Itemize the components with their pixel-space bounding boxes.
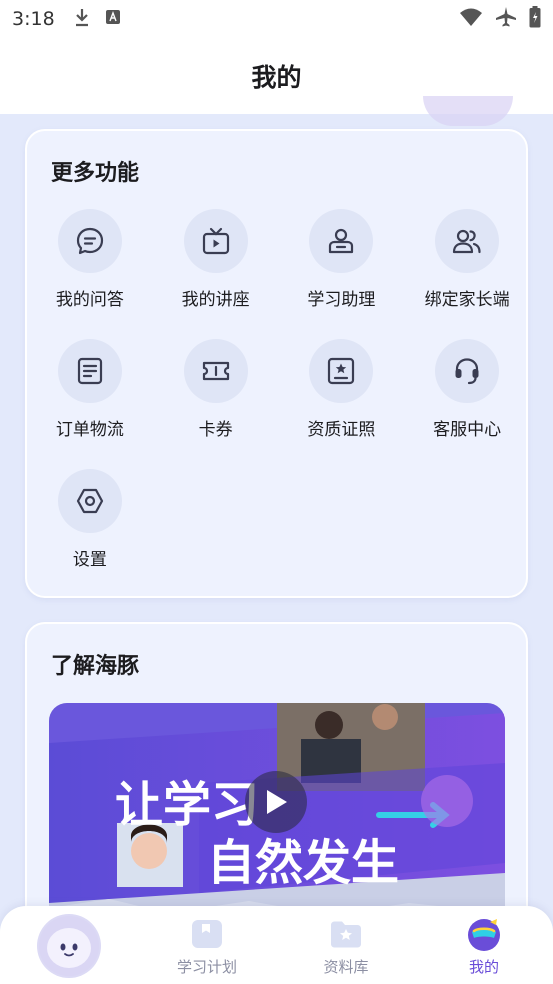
play-icon (267, 790, 287, 814)
more-features-title: 更多功能 (51, 161, 140, 186)
video-text-line-2: 自然发生 (207, 835, 399, 891)
more-features-card: 更多功能 我的问答 我的讲座 学习助理 绑定家长端 订单物流 卡券 资质证照 客… (25, 129, 528, 598)
nav-study-plan[interactable]: 学习计划 (157, 916, 257, 977)
bottom-navigation: 学习计划 资料库 我的 (0, 906, 553, 984)
download-icon (73, 7, 91, 31)
folder-star-icon (331, 921, 361, 948)
feature-customer-service[interactable]: 客服中心 (404, 339, 530, 469)
mascot-icon (39, 916, 99, 976)
font-icon (105, 9, 121, 29)
feature-my-lectures[interactable]: 我的讲座 (153, 209, 279, 339)
feature-coupons[interactable]: 卡券 (153, 339, 279, 469)
chat-bubble-icon (57, 209, 122, 273)
status-time: 3:18 (12, 8, 55, 30)
feature-label: 客服中心 (433, 420, 502, 440)
page-title: 我的 (251, 63, 302, 92)
status-bar: 3:18 (0, 0, 553, 38)
tv-icon (183, 209, 248, 273)
feature-label: 资质证照 (307, 420, 376, 440)
nav-label: 学习计划 (176, 958, 237, 976)
feature-label: 我的讲座 (181, 290, 250, 310)
headset-icon (435, 339, 500, 403)
assistant-icon (309, 209, 374, 273)
video-text-line-1: 让学习 (115, 777, 259, 833)
profile-avatar-icon (468, 919, 500, 951)
feature-label: 订单物流 (55, 420, 124, 440)
video-play-button[interactable] (245, 771, 307, 833)
feature-order-logistics[interactable]: 订单物流 (27, 339, 153, 469)
feature-label: 绑定家长端 (424, 290, 510, 310)
feature-label: 卡券 (198, 420, 233, 440)
feature-grid: 我的问答 我的讲座 学习助理 绑定家长端 订单物流 卡券 资质证照 客服中心 设… (27, 209, 530, 599)
mascot-avatar[interactable] (37, 914, 101, 978)
header-decoration (423, 96, 513, 126)
intro-video-thumbnail[interactable]: 让学习 自然发生 (49, 703, 505, 933)
nav-label: 我的 (468, 958, 499, 976)
order-icon (57, 339, 122, 403)
book-icon (192, 920, 222, 948)
about-title: 了解海豚 (51, 654, 140, 679)
users-icon (435, 209, 500, 273)
feature-bind-parent[interactable]: 绑定家长端 (404, 209, 530, 339)
feature-settings[interactable]: 设置 (27, 469, 153, 599)
feature-label: 设置 (72, 550, 107, 570)
nav-mine[interactable]: 我的 (434, 916, 534, 977)
nav-label: 资料库 (323, 958, 369, 976)
certificate-icon (309, 339, 374, 403)
feature-label: 我的问答 (55, 290, 124, 310)
settings-icon (57, 469, 122, 533)
feature-label: 学习助理 (307, 290, 376, 310)
feature-my-qa[interactable]: 我的问答 (27, 209, 153, 339)
ticket-icon (183, 339, 248, 403)
airplane-icon (495, 6, 517, 32)
battery-icon (529, 6, 541, 32)
nav-resource-library[interactable]: 资料库 (296, 916, 396, 977)
feature-study-assistant[interactable]: 学习助理 (279, 209, 405, 339)
feature-certificates[interactable]: 资质证照 (279, 339, 405, 469)
wifi-icon (459, 7, 483, 31)
